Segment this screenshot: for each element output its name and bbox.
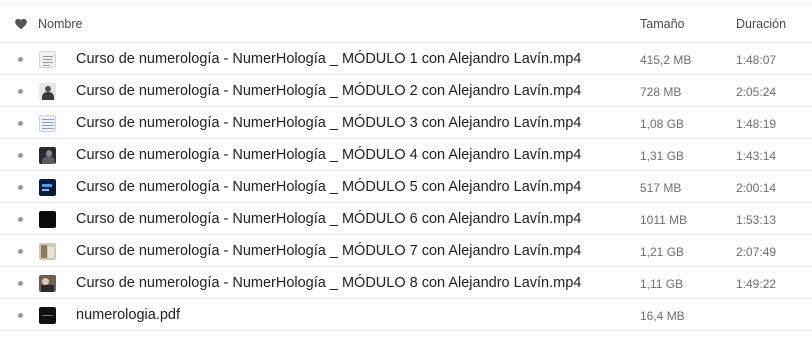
file-name[interactable]: Curso de numerología - NumerHología _ MÓ… bbox=[76, 179, 581, 195]
file-name[interactable]: Curso de numerología - NumerHología _ MÓ… bbox=[76, 243, 581, 259]
list-header: Nombre Tamaño Duración bbox=[0, 6, 812, 43]
file-duration: 1:48:07 bbox=[736, 53, 777, 67]
bullet-icon bbox=[18, 153, 23, 158]
heart-icon[interactable] bbox=[14, 17, 28, 30]
bullet-icon bbox=[18, 89, 23, 94]
video-thumbnail bbox=[39, 179, 56, 196]
file-name[interactable]: Curso de numerología - NumerHología _ MÓ… bbox=[76, 51, 581, 67]
file-duration: 1:49:22 bbox=[736, 277, 777, 291]
pdf-thumbnail bbox=[39, 307, 56, 324]
video-thumbnail bbox=[39, 147, 56, 164]
file-size: 1,21 GB bbox=[640, 245, 685, 259]
file-size: 415,2 MB bbox=[640, 53, 692, 67]
file-duration: 2:05:24 bbox=[736, 85, 777, 99]
column-header-name[interactable]: Nombre bbox=[38, 17, 82, 31]
video-thumbnail bbox=[39, 51, 56, 68]
video-thumbnail bbox=[39, 211, 56, 228]
column-header-size[interactable]: Tamaño bbox=[640, 17, 684, 31]
file-duration: 1:43:14 bbox=[736, 149, 777, 163]
file-size: 1,08 GB bbox=[640, 117, 685, 131]
file-row[interactable]: Curso de numerología - NumerHología _ MÓ… bbox=[0, 139, 812, 171]
file-duration: 2:07:49 bbox=[736, 245, 777, 259]
divider bbox=[0, 4, 812, 5]
file-row[interactable]: Curso de numerología - NumerHología _ MÓ… bbox=[0, 267, 812, 299]
video-thumbnail bbox=[39, 275, 56, 292]
bullet-icon bbox=[18, 313, 23, 318]
file-row[interactable]: Curso de numerología - NumerHología _ MÓ… bbox=[0, 43, 812, 75]
bullet-icon bbox=[18, 217, 23, 222]
file-row[interactable]: Curso de numerología - NumerHología _ MÓ… bbox=[0, 107, 812, 139]
column-header-duration[interactable]: Duración bbox=[736, 17, 786, 31]
bullet-icon bbox=[18, 57, 23, 62]
file-row[interactable]: Curso de numerología - NumerHología _ MÓ… bbox=[0, 235, 812, 267]
file-size: 517 MB bbox=[640, 181, 682, 195]
file-duration: 1:48:19 bbox=[736, 117, 777, 131]
file-row[interactable]: Curso de numerología - NumerHología _ MÓ… bbox=[0, 203, 812, 235]
bullet-icon bbox=[18, 249, 23, 254]
video-thumbnail bbox=[39, 115, 56, 132]
file-size: 728 MB bbox=[640, 85, 682, 99]
file-name[interactable]: Curso de numerología - NumerHología _ MÓ… bbox=[76, 83, 581, 99]
file-name[interactable]: Curso de numerología - NumerHología _ MÓ… bbox=[76, 147, 581, 163]
file-name[interactable]: Curso de numerología - NumerHología _ MÓ… bbox=[76, 275, 581, 291]
file-row[interactable]: Curso de numerología - NumerHología _ MÓ… bbox=[0, 171, 812, 203]
file-duration: 1:53:13 bbox=[736, 213, 777, 227]
file-size: 1011 MB bbox=[640, 213, 688, 227]
video-thumbnail bbox=[39, 243, 56, 260]
file-name[interactable]: numerologia.pdf bbox=[76, 307, 180, 323]
bullet-icon bbox=[18, 121, 23, 126]
file-row[interactable]: numerologia.pdf 16,4 MB bbox=[0, 299, 812, 331]
bullet-icon bbox=[18, 281, 23, 286]
file-duration: 2:00:14 bbox=[736, 181, 777, 195]
file-name[interactable]: Curso de numerología - NumerHología _ MÓ… bbox=[76, 115, 581, 131]
video-thumbnail bbox=[39, 83, 56, 100]
bullet-icon bbox=[18, 185, 23, 190]
file-row[interactable]: Curso de numerología - NumerHología _ MÓ… bbox=[0, 75, 812, 107]
file-size: 16,4 MB bbox=[640, 309, 685, 323]
file-size: 1,31 GB bbox=[640, 149, 685, 163]
file-name[interactable]: Curso de numerología - NumerHología _ MÓ… bbox=[76, 211, 581, 227]
file-size: 1,11 GB bbox=[640, 277, 684, 291]
